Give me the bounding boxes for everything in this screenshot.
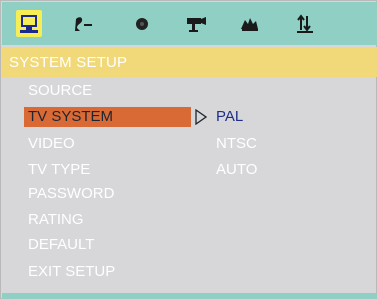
menu-item-rating[interactable]: RATING <box>28 211 84 228</box>
bottom-bar <box>2 293 377 299</box>
speaker-adjust-icon[interactable] <box>73 14 95 34</box>
section-title: SYSTEM SETUP <box>9 54 128 71</box>
section-title-bar: SYSTEM SETUP <box>2 47 377 77</box>
option-auto[interactable]: AUTO <box>216 161 257 178</box>
option-pal[interactable]: PAL <box>216 108 243 125</box>
disc-icon[interactable] <box>131 14 153 34</box>
menu-item-exit-setup[interactable]: EXIT SETUP <box>28 263 115 280</box>
menu-item-default[interactable]: DEFAULT <box>28 236 94 253</box>
menu-item-tv-system[interactable]: TV SYSTEM <box>28 108 113 125</box>
menu-item-video[interactable]: VIDEO <box>28 135 75 152</box>
icon-toolbar <box>2 2 377 45</box>
sort-arrows-icon[interactable] <box>294 14 316 34</box>
submenu-arrow-icon <box>195 108 208 130</box>
menu-item-password[interactable]: PASSWORD <box>28 185 114 202</box>
audio-hand-icon[interactable] <box>239 14 261 34</box>
menu-item-source[interactable]: SOURCE <box>28 82 92 99</box>
setup-screen: SYSTEM SETUP SOURCE TV SYSTEM VIDEO TV T… <box>0 0 377 299</box>
monitor-icon[interactable] <box>16 10 42 37</box>
menu-item-tv-type[interactable]: TV TYPE <box>28 161 90 178</box>
option-ntsc[interactable]: NTSC <box>216 135 257 152</box>
video-camera-icon[interactable] <box>185 14 207 34</box>
